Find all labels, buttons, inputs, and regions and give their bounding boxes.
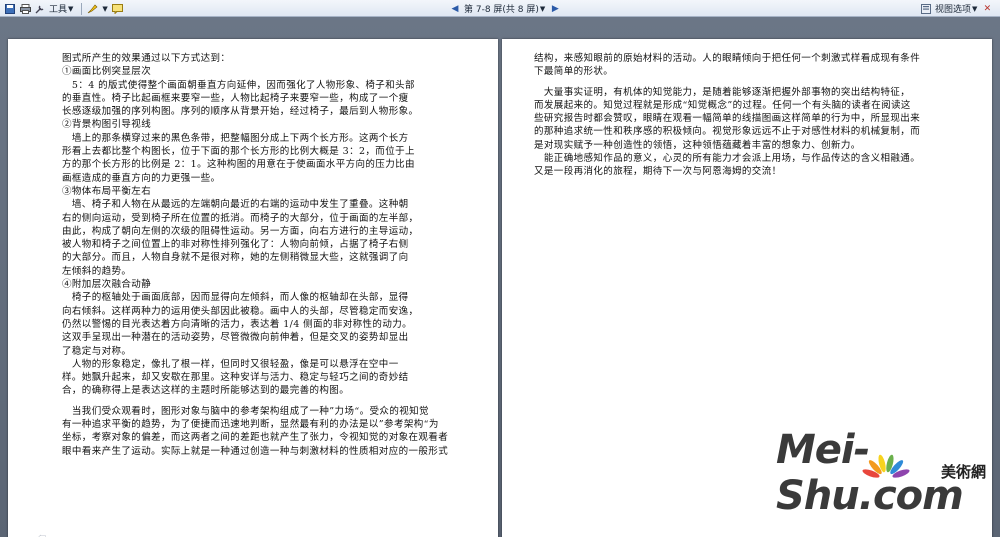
document-page-left[interactable]: 图式所产生的效果通过以下方式达到： ①画面比例突显层次 5：4 的版式使得整个画面… bbox=[8, 39, 498, 537]
highlighter-icon[interactable] bbox=[86, 3, 98, 15]
toolbar-left-group: 工具 ▼ ▼ bbox=[4, 2, 127, 15]
close-icon[interactable]: ✕ bbox=[981, 3, 993, 15]
text-line: 当我们受众观看时，图形对象与脑中的参考架构组成了一种”力场“。受众的视知觉 bbox=[62, 405, 429, 417]
text-line: 了稳定与对称。 bbox=[62, 345, 132, 357]
tools-menu[interactable]: 工具 bbox=[49, 2, 67, 15]
text-line: 人物的形象稳定，像扎了根一样，但同时又很轻盈，像是可以悬浮在空中一 bbox=[62, 358, 399, 370]
next-screen-icon[interactable]: ▶ bbox=[549, 3, 561, 15]
site-watermark: 美術網 Mei-Shu.com bbox=[776, 427, 986, 519]
text-line: 方的那个长方形的比例是 2：1。这种构图的用意在于使画面水平方向的压力比由 bbox=[62, 159, 415, 171]
text-line: 坐标，考察对象的偏差，而这两者之间的差距也就产生了张力，令视知觉的对象在观看者 bbox=[62, 432, 449, 444]
view-options-dropdown-icon[interactable]: ▼ bbox=[972, 5, 977, 13]
text-line: 左倾斜的趋势。 bbox=[62, 265, 132, 277]
text-line: 的垂直性。椅子比起画框来要窄一些，人物比起椅子来要窄一些，构成了一个瘦 bbox=[62, 92, 409, 104]
text-line: 形看上去都比整个构图长，位于下面的那个长方形的比例大概是 3：2，而位于上 bbox=[62, 146, 415, 158]
tools-dropdown-icon[interactable]: ▼ bbox=[68, 5, 73, 13]
text-line: 椅子的枢轴处于画面底部，因而显得向左倾斜，而人像的枢轴却在头部，显得 bbox=[62, 292, 409, 304]
text-line: 的大部分。而且，人物自身就不是很对称，她的左侧稍微显大些，这就强调了向 bbox=[62, 252, 409, 264]
text-line: 仍然以警惕的目光表达着方向清晰的活力，表达着 1/4 侧面的非对称性的动力。 bbox=[62, 318, 413, 330]
text-line: 能正确地感知作品的意义，心灵的所有能力才会派上用场，与作品传达的含义相融通。 bbox=[534, 153, 921, 165]
page-navigation: ◀ 第 7-8 屏(共 8 屏) ▼ ▶ bbox=[449, 2, 564, 16]
text-line: 画框造成的垂直方向的力更强一些。 bbox=[62, 172, 221, 184]
watermark-latin: Mei-Shu.com bbox=[776, 427, 964, 519]
previous-screen-icon[interactable]: ◀ bbox=[449, 3, 461, 15]
text-line: 图式所产生的效果通过以下方式达到： bbox=[62, 53, 231, 64]
text-line: 大量事实证明，有机体的知觉能力，是随着能够逐渐把握外部事物的突出结构特征， bbox=[534, 86, 911, 98]
page-counter-dropdown-icon[interactable]: ▼ bbox=[540, 5, 545, 13]
highlighter-dropdown-icon[interactable]: ▼ bbox=[102, 5, 107, 13]
document-workspace[interactable]: 图式所产生的效果通过以下方式达到： ①画面比例突显层次 5：4 的版式使得整个画面… bbox=[0, 17, 1000, 537]
text-line: ①画面比例突显层次 bbox=[62, 66, 152, 78]
page-text-right: 结构，来感知眼前的原始材料的活动。人的眼睛倾向于把任何一个刺激式样看成现有条件下… bbox=[534, 52, 954, 179]
text-line: 5：4 的版式使得整个画面朝垂直方向延伸，因而强化了人物形象、椅子和头部 bbox=[62, 79, 415, 91]
text-line: 合，的确称得上是表达这样的主题时所能够达到的最完善的构图。 bbox=[62, 385, 350, 397]
text-line: 有一种追求平衡的趋势，为了便捷而迅速地判断，显然最有利的办法是以”参考架构“为 bbox=[62, 419, 439, 431]
text-line: 而发展起来的。知觉过程就是形成“知觉概念”的过程。任何一个有头脑的读者在阅读这 bbox=[534, 99, 911, 111]
print-icon[interactable] bbox=[19, 3, 31, 15]
toolbar-separator bbox=[81, 2, 83, 15]
text-line: 又是一段再消化的旅程，期待下一次与阿恩海姆的交流！ bbox=[534, 166, 782, 178]
text-line: 样。她飘升起来，却又安歇在那里。这种安详与活力、稳定与轻巧之间的奇妙结 bbox=[62, 372, 409, 384]
text-line: 被人物和椅子之间位置上的非对称性排列强化了：人物向前倾，占据了椅子右侧 bbox=[62, 239, 409, 251]
reading-toolbar: 工具 ▼ ▼ ◀ 第 7-8 屏(共 8 屏) ▼ ▶ 视图选项 ▼ ✕ bbox=[0, 0, 1000, 17]
page-text-left: 图式所产生的效果通过以下方式达到： ①画面比例突显层次 5：4 的版式使得整个画面… bbox=[62, 52, 468, 458]
toolbar-right-group: 视图选项 ▼ ✕ bbox=[920, 2, 996, 15]
text-line: 结构，来感知眼前的原始材料的活动。人的眼睛倾向于把任何一个刺激式样看成现有条件 bbox=[534, 53, 921, 64]
text-line: 长感逐级加强的序列构图。序列的顺序从背景开始，经过椅子，最后到人物形象。 bbox=[62, 106, 419, 118]
text-line: 这双手呈现出一种潜在的活动姿势，尽管微微向前伸着，但是交叉的姿势却显出 bbox=[62, 332, 409, 344]
text-line: 由此，构成了朝向左侧的次级的阻碍性运动。另一方面，向右方进行的主导运动， bbox=[62, 225, 419, 237]
text-line: ②背景构图引导视线 bbox=[62, 119, 152, 131]
text-line: 是对现实赋予一种创造性的领悟，这种领悟蕴藏着丰富的想象力、创新力。 bbox=[534, 139, 861, 151]
view-options-menu[interactable]: 视图选项 bbox=[935, 2, 971, 15]
text-line: 墙、椅子和人物在从最远的左端朝向最近的右端的运动中发生了重叠。这种朝 bbox=[62, 199, 409, 211]
text-line: 眼中看来产生了运动。实际上就是一种通过创造一种与刺激材料的性质相对应的一般形式 bbox=[62, 445, 449, 457]
text-line: ③物体布局平衡左右 bbox=[62, 185, 152, 197]
view-options-icon[interactable] bbox=[920, 3, 932, 15]
text-line: 墙上的那条横穿过来的黑色条带，把整幅图分成上下两个长方形。这两个长方 bbox=[62, 132, 409, 144]
save-icon[interactable] bbox=[4, 3, 16, 15]
text-line: 向右倾斜。这样两种力的运用使头部因此被稳。画中人的头部，尽管稳定而安逸， bbox=[62, 305, 419, 317]
comment-icon[interactable] bbox=[112, 3, 124, 15]
text-line: 的那种追求统一性和秩序感的积极倾向。视觉形象远远不止于对感性材料的机械复制，而 bbox=[534, 126, 921, 138]
page-counter[interactable]: 第 7-8 屏(共 8 屏) bbox=[464, 2, 539, 15]
text-line: 下最简单的形状。 bbox=[534, 66, 614, 78]
tools-icon[interactable] bbox=[34, 3, 46, 15]
text-line: ④附加层次融合动静 bbox=[62, 279, 152, 291]
text-line: 右的侧向运动，受到椅子所在位置的抵消。而椅子的大部分，位于画面的左半部， bbox=[62, 212, 419, 224]
back-arrow-icon[interactable]: ⇦ bbox=[38, 532, 46, 537]
text-line: 些研究报告时都会赞叹，眼睛在观看一幅简单的线描图画这样简单的行为中，所显现出来 bbox=[534, 113, 921, 125]
